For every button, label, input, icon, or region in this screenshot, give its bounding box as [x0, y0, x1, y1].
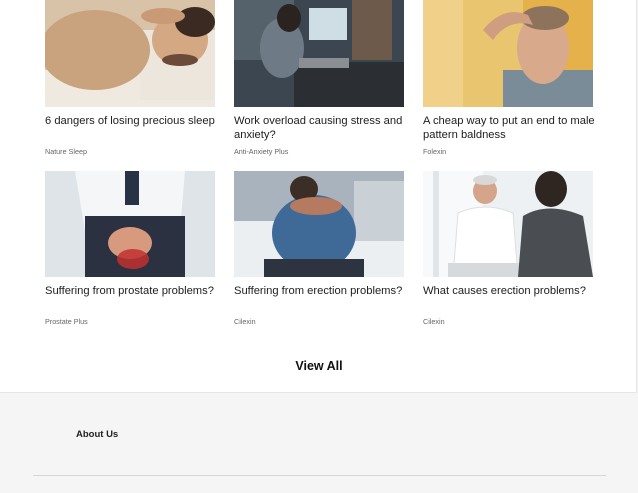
article-source: Cilexin [234, 317, 256, 326]
article-title[interactable]: Suffering from erection problems? [234, 284, 406, 298]
article-card[interactable]: What causes erection problems? [423, 171, 595, 298]
article-card[interactable]: A cheap way to put an end to male patter… [423, 0, 595, 142]
article-card[interactable]: 6 dangers of losing precious sleep [45, 0, 217, 128]
view-all-link[interactable]: View All [0, 359, 638, 373]
article-source: Anti-Anxiety Plus [234, 147, 289, 156]
article-image-balding-man[interactable] [423, 0, 593, 107]
article-source: Cilexin [423, 317, 445, 326]
article-card[interactable]: Suffering from erection problems? [234, 171, 406, 298]
article-card[interactable]: Suffering from prostate problems? [45, 171, 217, 298]
article-source: Nature Sleep [45, 147, 87, 156]
article-image-sleepless-man[interactable] [45, 0, 215, 107]
article-image-doctor-consult[interactable] [423, 171, 593, 277]
footer-about-us-link[interactable]: About Us [76, 429, 118, 440]
article-image-stressed-worker[interactable] [234, 0, 404, 107]
article-source: Folexin [423, 147, 447, 156]
article-title[interactable]: 6 dangers of losing precious sleep [45, 114, 217, 128]
article-image-worried-man[interactable] [234, 171, 404, 277]
article-title[interactable]: What causes erection problems? [423, 284, 595, 298]
article-source: Prostate Plus [45, 317, 88, 326]
article-card[interactable]: Work overload causing stress and anxiety… [234, 0, 406, 142]
article-title[interactable]: A cheap way to put an end to male patter… [423, 114, 595, 142]
article-title[interactable]: Suffering from prostate problems? [45, 284, 217, 298]
article-image-prostate[interactable] [45, 171, 215, 277]
footer-divider [33, 475, 606, 476]
article-title[interactable]: Work overload causing stress and anxiety… [234, 114, 406, 142]
